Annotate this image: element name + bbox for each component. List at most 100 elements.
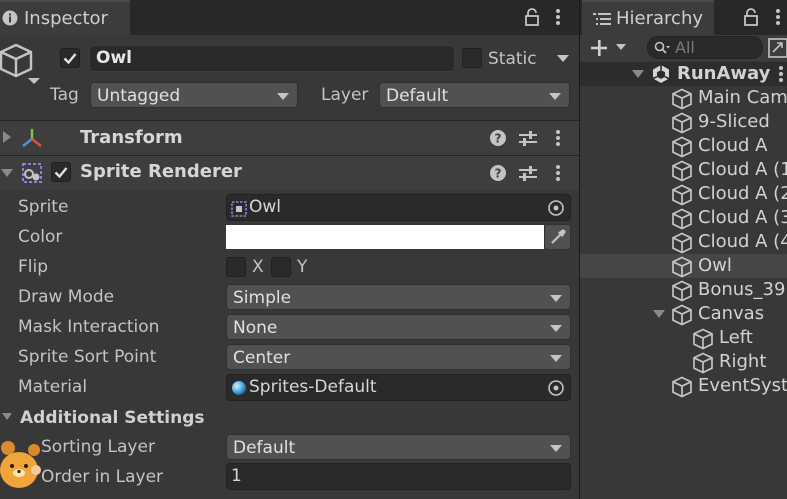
more-options-icon[interactable]	[555, 8, 561, 26]
scene-row[interactable]: RunAway	[580, 62, 787, 86]
additional-settings-foldout[interactable]: Additional Settings	[20, 405, 205, 431]
sorting-layer-dropdown[interactable]: Default	[226, 434, 571, 460]
object-picker-icon[interactable]	[547, 199, 565, 217]
hierarchy-item-label: Owl	[698, 255, 732, 276]
sorting-layer-label: Sorting Layer	[41, 437, 155, 457]
search-icon	[654, 41, 670, 55]
mask-interaction-label: Mask Interaction	[18, 317, 160, 337]
inspector-tab-title: Inspector	[24, 8, 108, 29]
collapse-arrow-icon[interactable]	[2, 413, 12, 420]
hierarchy-item[interactable]: Main Cam	[580, 86, 787, 110]
draw-mode-dropdown[interactable]: Simple	[226, 284, 571, 310]
collapse-arrow-icon[interactable]	[632, 70, 644, 78]
hierarchy-item[interactable]: Cloud A (2	[580, 182, 787, 206]
gameobject-icon	[671, 280, 693, 302]
gameobject-icon[interactable]	[0, 42, 42, 88]
tag-dropdown[interactable]: Untagged	[90, 82, 298, 108]
gameobject-icon	[671, 376, 693, 398]
sprite-asset-icon	[231, 201, 247, 217]
sprite-object-field[interactable]: Owl	[226, 194, 571, 221]
component-title: Transform	[80, 127, 183, 148]
more-options-icon[interactable]	[778, 65, 784, 83]
color-swatch[interactable]	[226, 225, 544, 249]
help-icon[interactable]: ?	[489, 129, 507, 147]
lock-icon[interactable]	[743, 7, 759, 27]
hierarchy-item-selected[interactable]: Owl	[580, 254, 787, 278]
chevron-down-icon	[550, 445, 562, 452]
presets-icon[interactable]	[518, 129, 538, 147]
hierarchy-tab[interactable]: Hierarchy	[582, 0, 714, 35]
hierarchy-item[interactable]: Canvas	[580, 302, 787, 326]
order-in-layer-label: Order in Layer	[41, 467, 164, 487]
chevron-down-icon	[550, 355, 562, 362]
presets-icon[interactable]	[518, 164, 538, 182]
material-value: Sprites-Default	[249, 377, 377, 397]
draw-mode-label: Draw Mode	[18, 287, 115, 307]
sprite-sort-point-label: Sprite Sort Point	[18, 347, 157, 367]
layer-dropdown[interactable]: Default	[379, 82, 570, 108]
hierarchy-item[interactable]: Cloud A (4	[580, 230, 787, 254]
hierarchy-item[interactable]: Left	[580, 326, 787, 350]
hierarchy-item-label: Main Cam	[698, 87, 787, 108]
object-name-value: Owl	[96, 48, 132, 68]
object-picker-icon[interactable]	[547, 379, 565, 397]
hierarchy-item[interactable]: Cloud A (1	[580, 158, 787, 182]
sprite-sort-point-value: Center	[233, 348, 291, 368]
svg-text:?: ?	[495, 132, 502, 146]
more-options-icon[interactable]	[775, 8, 781, 26]
chevron-down-icon	[550, 295, 562, 302]
help-icon[interactable]: ?	[489, 164, 507, 182]
material-object-field[interactable]: Sprites-Default	[226, 374, 571, 401]
lock-icon[interactable]	[524, 7, 540, 27]
sprite-renderer-icon	[20, 161, 44, 185]
hierarchy-item-label: Left	[719, 327, 753, 348]
hierarchy-item[interactable]: Cloud A	[580, 134, 787, 158]
order-in-layer-field[interactable]: 1	[226, 463, 571, 490]
material-label: Material	[18, 377, 88, 397]
svg-text:?: ?	[495, 167, 502, 181]
sprite-label: Sprite	[18, 197, 69, 217]
active-checkbox[interactable]	[60, 48, 80, 68]
object-name-field[interactable]: Owl	[89, 45, 455, 72]
add-icon[interactable]	[589, 38, 609, 58]
tag-value: Untagged	[97, 86, 181, 106]
add-dropdown-arrow-icon[interactable]	[616, 44, 626, 50]
hierarchy-tab-title: Hierarchy	[616, 8, 704, 29]
collapse-arrow-icon[interactable]	[653, 310, 665, 318]
hierarchy-item-label: Cloud A	[698, 135, 768, 156]
hierarchy-item-label: EventSyst	[698, 375, 787, 396]
gameobject-icon	[671, 112, 693, 134]
hierarchy-item[interactable]: 9-Sliced	[580, 110, 787, 134]
flip-y-checkbox[interactable]	[271, 257, 291, 277]
chevron-down-icon	[549, 93, 561, 100]
eyedropper-icon	[549, 228, 567, 246]
flip-y-label: Y	[297, 257, 308, 277]
hierarchy-item[interactable]: Right	[580, 350, 787, 374]
more-options-icon[interactable]	[555, 129, 561, 147]
chevron-down-icon	[277, 93, 289, 100]
sprite-sort-point-dropdown[interactable]: Center	[226, 344, 571, 370]
flip-x-label: X	[252, 257, 264, 277]
scene-visibility-icon[interactable]	[768, 38, 787, 58]
component-enabled-checkbox[interactable]	[51, 162, 71, 182]
hierarchy-item-label: Bonus_39	[698, 279, 786, 300]
hierarchy-item-label: Cloud A (2	[698, 183, 787, 204]
hierarchy-panel: Hierarchy All RunAway Main Cam 9-Sliced …	[580, 0, 787, 499]
mask-interaction-dropdown[interactable]: None	[226, 314, 571, 340]
expand-arrow-icon[interactable]	[3, 131, 11, 143]
inspector-tab[interactable]: Inspector	[0, 0, 130, 35]
static-checkbox[interactable]	[462, 48, 482, 68]
more-options-icon[interactable]	[555, 164, 561, 182]
hierarchy-item[interactable]: Bonus_39	[580, 278, 787, 302]
hierarchy-item[interactable]: Cloud A (3	[580, 206, 787, 230]
static-dropdown-arrow-icon[interactable]	[557, 55, 569, 62]
collapse-arrow-icon[interactable]	[1, 169, 13, 177]
hierarchy-item[interactable]: EventSyst	[580, 374, 787, 398]
sprite-renderer-header[interactable]: Sprite Renderer ?	[0, 155, 579, 190]
flip-x-checkbox[interactable]	[226, 257, 246, 277]
sprite-value: Owl	[249, 197, 282, 217]
transform-header[interactable]: Transform ?	[0, 120, 579, 155]
gameobject-icon	[671, 304, 693, 326]
hierarchy-search-field[interactable]: All	[647, 36, 763, 59]
eyedropper-button[interactable]	[544, 224, 571, 250]
